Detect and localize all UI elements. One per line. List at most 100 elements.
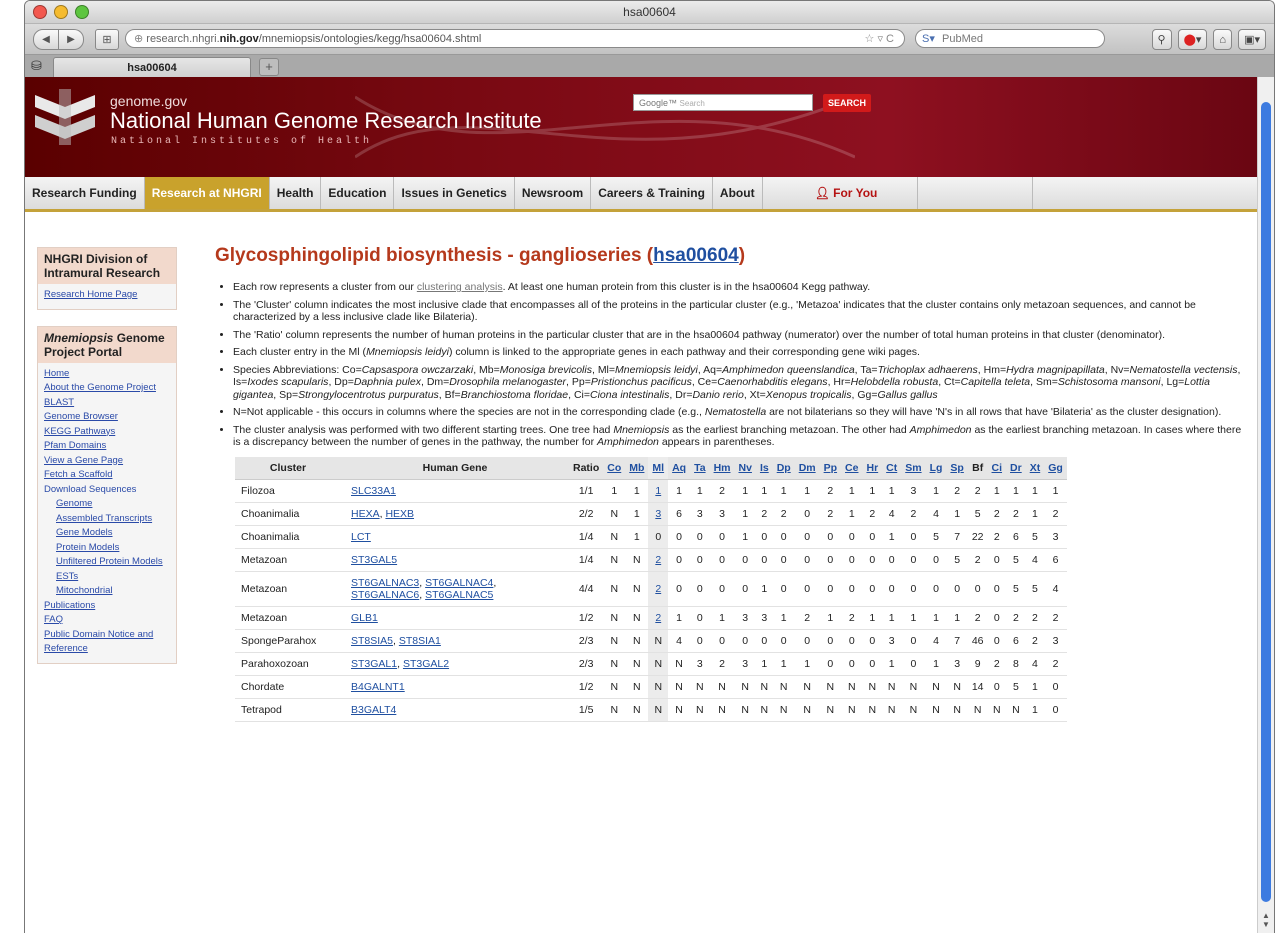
gene-link[interactable]: B4GALNT1 [351,681,405,693]
sidebar-link-about-the-genome-project[interactable]: About the Genome Project [44,381,170,396]
clustering-analysis-link[interactable]: clustering analysis [417,281,503,293]
reload-icon[interactable]: C [886,33,894,45]
sidebar-link-protein-models[interactable]: Protein Models [44,541,170,556]
nav-newsroom[interactable]: Newsroom [515,177,592,209]
ml-gene-link[interactable]: 3 [655,508,661,520]
gene-link[interactable]: ST8SIA1 [399,635,441,647]
dropdown-icon[interactable]: ▿ [877,33,883,45]
address-bar[interactable]: ⊕ research.nhgri.nih.gov/mnemiopsis/onto… [125,29,905,48]
nav-for-you[interactable]: 👤︎ For You [763,177,919,209]
search-button[interactable]: ⚲ [1151,29,1172,50]
sidebar-link-unfiltered-protein-models[interactable]: Unfiltered Protein Models [44,555,170,570]
sidebar-link-genome[interactable]: Genome [44,497,170,512]
star-icon[interactable]: ☆ [865,33,875,45]
tab-group-icon[interactable]: ⛁ [31,58,42,74]
nav-about[interactable]: About [713,177,763,209]
gene-link[interactable]: ST3GAL2 [403,658,449,670]
nav-careers-training[interactable]: Careers & Training [591,177,713,209]
forward-button[interactable]: ▶ [59,29,84,50]
species-sort-link-hm[interactable]: Hm [714,462,731,474]
ml-gene-link[interactable]: 1 [655,485,661,497]
sidebar-link-genome-browser[interactable]: Genome Browser [44,410,170,425]
species-sort-link-ta[interactable]: Ta [694,462,705,474]
species-sort-link-ct[interactable]: Ct [886,462,897,474]
species-sort-link-ci[interactable]: Ci [992,462,1003,474]
sidebar-link-assembled-transcripts[interactable]: Assembled Transcripts [44,512,170,527]
species-sort-link-mb[interactable]: Mb [629,462,644,474]
scroll-arrows-icon[interactable]: ▲ ▼ [1260,911,1272,929]
nav-issues-in-genetics[interactable]: Issues in Genetics [394,177,515,209]
count-cell-ml[interactable]: 2 [648,571,669,607]
species-sort-link-ce[interactable]: Ce [845,462,858,474]
sidebar-link-public-domain-notice-and-reference[interactable]: Public Domain Notice and Reference [44,628,170,657]
nhgri-logo-icon[interactable] [35,87,95,147]
count-cell-ml[interactable]: 3 [648,502,669,526]
back-button[interactable]: ◀ [33,29,59,50]
species-sort-link-xt[interactable]: Xt [1030,462,1041,474]
sidebar-link-mitochondrial[interactable]: Mitochondrial [44,584,170,599]
species-sort-link-dp[interactable]: Dp [777,462,791,474]
gene-link[interactable]: HEXB [385,508,414,520]
abp-button[interactable]: ⬤ ▾ [1177,29,1208,50]
sidebar-link-ests[interactable]: ESTs [44,570,170,585]
add-bookmark-button[interactable]: ⊞ [95,29,119,50]
species-sort-link-hr[interactable]: Hr [866,462,878,474]
nav-research-funding[interactable]: Research Funding [25,177,145,209]
tab-hsa00604[interactable]: hsa00604 [53,57,251,78]
search-box[interactable]: S▾ PubMed [915,29,1105,48]
gene-link[interactable]: SLC33A1 [351,485,396,497]
home-button[interactable]: ⌂ [1213,29,1233,50]
scrollbar-thumb[interactable] [1261,102,1271,902]
species-sort-link-pp[interactable]: Pp [824,462,837,474]
gene-link[interactable]: ST6GALNAC4 [425,577,493,589]
new-tab-button[interactable]: + [259,58,279,76]
sidebar-link-gene-models[interactable]: Gene Models [44,526,170,541]
species-sort-link-is[interactable]: Is [760,462,769,474]
species-sort-link-co[interactable]: Co [607,462,621,474]
gene-link[interactable]: ST6GALNAC5 [425,589,493,601]
species-sort-link-nv[interactable]: Nv [739,462,752,474]
sidebar-link-home[interactable]: Home [44,367,170,382]
institute-name[interactable]: National Human Genome Research Institute [110,108,542,134]
ml-gene-link[interactable]: 2 [655,583,661,595]
search-engine-icon[interactable]: S▾ [922,30,935,49]
species-sort-link-sp[interactable]: Sp [950,462,963,474]
sidebar-link-blast[interactable]: BLAST [44,396,170,411]
species-sort-link-dm[interactable]: Dm [799,462,816,474]
count-cell-ml[interactable]: 2 [648,606,669,630]
sidebar-link-publications[interactable]: Publications [44,599,170,614]
nav-health[interactable]: Health [270,177,322,209]
gene-link[interactable]: HEXA [351,508,380,520]
species-sort-link-gg[interactable]: Gg [1048,462,1063,474]
gene-link[interactable]: ST6GALNAC3 [351,577,419,589]
nav-education[interactable]: Education [321,177,395,209]
species-sort-link-dr[interactable]: Dr [1010,462,1022,474]
gene-link[interactable]: GLB1 [351,612,378,624]
site-search-button[interactable]: SEARCH [823,94,871,112]
species-sort-link-sm[interactable]: Sm [905,462,921,474]
sidebar-link-faq[interactable]: FAQ [44,613,170,628]
ml-gene-link[interactable]: 2 [655,554,661,566]
gene-link[interactable]: ST6GALNAC6 [351,589,419,601]
pathway-code-link[interactable]: hsa00604 [653,245,739,266]
ml-gene-link[interactable]: 2 [655,612,661,624]
sidebar-link-view-a-gene-page[interactable]: View a Gene Page [44,454,170,469]
species-sort-link-lg[interactable]: Lg [930,462,943,474]
species-sort-link-aq[interactable]: Aq [672,462,686,474]
site-search-input[interactable]: Google™ Search [633,94,813,111]
gene-link[interactable]: ST3GAL1 [351,658,397,670]
sidebar-link-research-home-page[interactable]: Research Home Page [44,288,170,303]
nav-research-at-nhgri[interactable]: Research at NHGRI [144,177,270,209]
menu-button[interactable]: ▣ ▾ [1238,29,1266,50]
sidebar-link-fetch-a-scaffold[interactable]: Fetch a Scaffold [44,468,170,483]
sidebar-link-kegg-pathways[interactable]: KEGG Pathways [44,425,170,440]
gene-link[interactable]: ST3GAL5 [351,554,397,566]
page-scrollbar[interactable]: ▲ ▼ [1257,77,1274,933]
site-name[interactable]: genome.gov [110,93,187,109]
gene-link[interactable]: ST8SIA5 [351,635,393,647]
species-sort-link-ml[interactable]: Ml [652,462,664,474]
count-cell-ml[interactable]: 2 [648,548,669,572]
count-cell-ml[interactable]: 1 [648,479,669,503]
sidebar-link-pfam-domains[interactable]: Pfam Domains [44,439,170,454]
gene-link[interactable]: LCT [351,531,371,543]
